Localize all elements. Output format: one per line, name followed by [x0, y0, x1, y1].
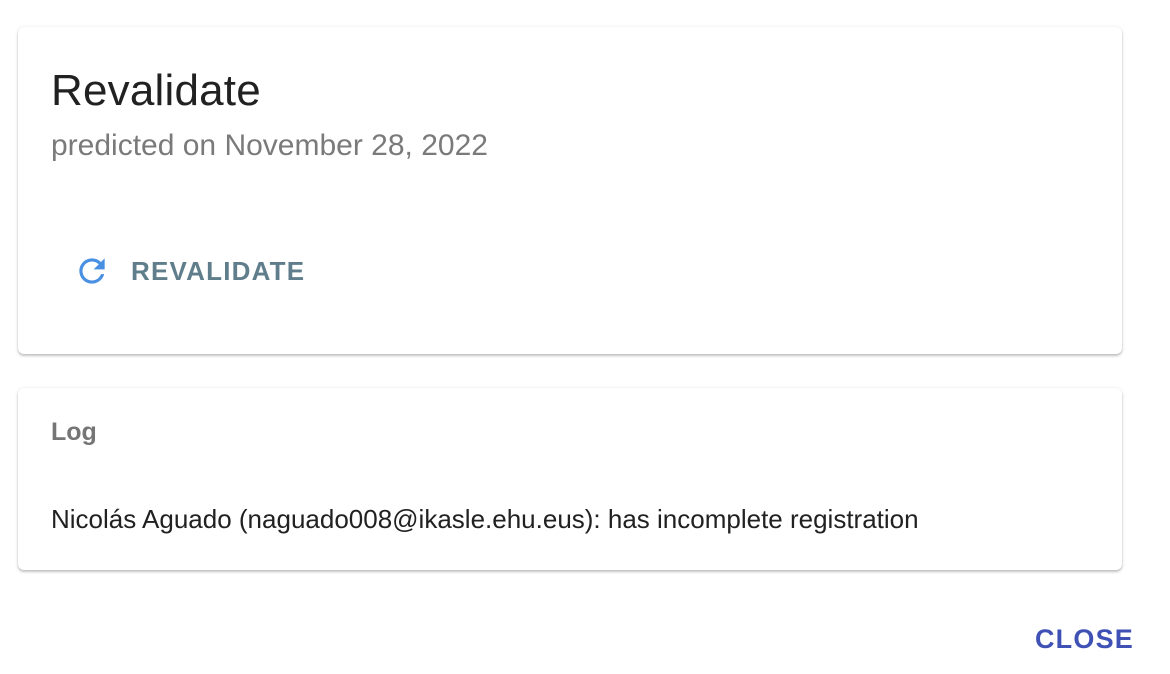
- card-title: Revalidate: [51, 66, 261, 115]
- prediction-date-subtitle: predicted on November 28, 2022: [51, 129, 488, 162]
- close-button[interactable]: CLOSE: [1027, 614, 1142, 664]
- revalidate-button[interactable]: REVALIDATE: [55, 239, 323, 303]
- refresh-icon: [73, 252, 111, 290]
- log-card: Log Nicolás Aguado (naguado008@ikasle.eh…: [18, 388, 1122, 570]
- revalidate-card: Revalidate predicted on November 28, 202…: [18, 27, 1122, 354]
- revalidate-dialog: Revalidate predicted on November 28, 202…: [0, 0, 1170, 674]
- log-entry: Nicolás Aguado (naguado008@ikasle.ehu.eu…: [51, 504, 919, 534]
- log-heading: Log: [51, 418, 97, 446]
- revalidate-button-label: REVALIDATE: [131, 255, 306, 286]
